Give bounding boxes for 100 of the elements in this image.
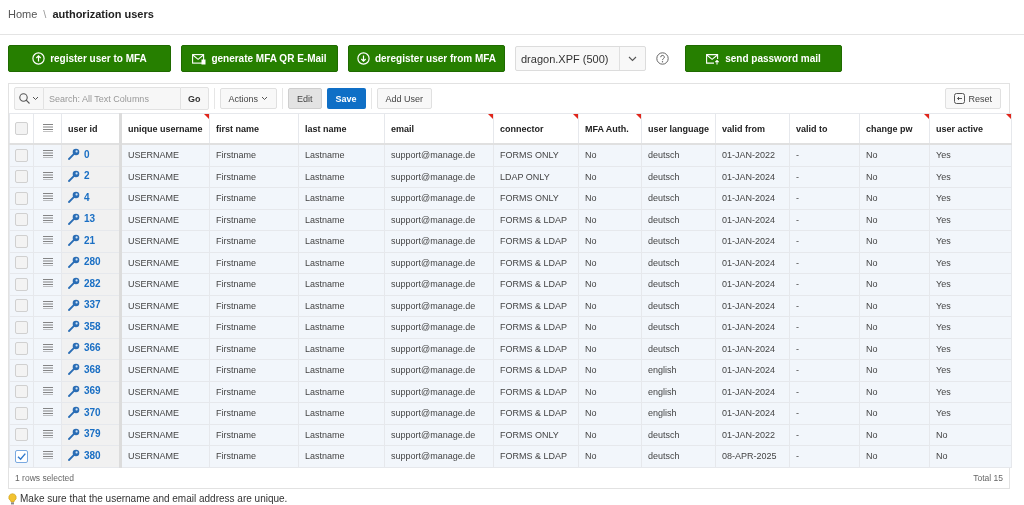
go-button[interactable]: Go <box>180 87 209 110</box>
row-checkbox[interactable] <box>15 170 28 184</box>
row-menu-icon[interactable] <box>42 193 53 202</box>
edit-button[interactable]: Edit <box>288 88 322 109</box>
action-button[interactable]: send password mail <box>685 45 842 72</box>
row-menu-icon[interactable] <box>42 214 53 223</box>
key-icon[interactable] <box>68 363 80 376</box>
table-cell: support@manage.de <box>391 171 476 182</box>
select-all-checkbox[interactable] <box>15 122 28 135</box>
key-icon[interactable] <box>68 191 80 204</box>
row-menu-icon[interactable] <box>42 408 53 417</box>
table-cell: - <box>796 451 799 462</box>
column-header[interactable]: last name <box>305 123 347 134</box>
row-menu-icon[interactable] <box>42 365 53 374</box>
user-id-link[interactable]: 21 <box>84 234 96 246</box>
table-cell: Firstname <box>216 150 256 161</box>
help-icon[interactable] <box>656 52 669 65</box>
row-checkbox[interactable] <box>15 428 28 442</box>
key-icon[interactable] <box>68 320 80 333</box>
row-checkbox[interactable] <box>15 363 28 377</box>
table-cell: Yes <box>936 322 951 333</box>
upload-icon <box>32 52 46 65</box>
table-cell: No <box>866 279 878 290</box>
user-id-link[interactable]: 370 <box>84 406 101 418</box>
table-cell: deutsch <box>648 429 680 440</box>
column-header[interactable]: valid to <box>796 123 828 134</box>
row-checkbox[interactable] <box>15 449 28 463</box>
key-icon[interactable] <box>68 255 80 268</box>
user-id-link[interactable]: 282 <box>84 277 101 289</box>
actions-menu-button[interactable]: Actions <box>219 88 277 109</box>
user-id-link[interactable]: 380 <box>84 449 101 461</box>
table-cell: Lastname <box>305 343 345 354</box>
select-field[interactable]: dragon.XPF (500) <box>515 46 646 71</box>
key-icon[interactable] <box>68 427 80 440</box>
table-cell: support@manage.de <box>391 236 476 247</box>
column-header[interactable]: email <box>391 123 414 134</box>
key-icon[interactable] <box>68 298 80 311</box>
user-id-link[interactable]: 280 <box>84 256 101 268</box>
user-id-link[interactable]: 4 <box>84 191 90 203</box>
row-checkbox[interactable] <box>15 191 28 205</box>
row-menu-icon[interactable] <box>42 236 53 245</box>
row-checkbox[interactable] <box>15 320 28 334</box>
table-cell: Yes <box>936 171 951 182</box>
page-title: authorization users <box>52 8 154 20</box>
key-icon[interactable] <box>68 384 80 397</box>
row-menu-icon[interactable] <box>42 322 53 331</box>
table-cell: No <box>585 279 597 290</box>
row-menu-icon[interactable] <box>42 300 53 309</box>
table-cell: support@manage.de <box>391 451 476 462</box>
key-icon[interactable] <box>68 148 80 161</box>
key-icon[interactable] <box>68 406 80 419</box>
column-header[interactable]: connector <box>500 123 544 134</box>
column-header[interactable]: user id <box>68 123 98 134</box>
row-menu-icon[interactable] <box>42 429 53 438</box>
row-menu-icon[interactable] <box>42 451 53 460</box>
user-id-link[interactable]: 13 <box>84 213 96 225</box>
action-button[interactable]: deregister user from MFA <box>348 45 505 72</box>
breadcrumb-link[interactable]: Home <box>8 8 38 20</box>
action-button[interactable]: register user to MFA <box>8 45 171 72</box>
key-icon[interactable] <box>68 277 80 290</box>
key-icon[interactable] <box>68 341 80 354</box>
user-id-link[interactable]: 2 <box>84 170 90 182</box>
row-checkbox[interactable] <box>15 277 28 291</box>
user-id-link[interactable]: 0 <box>84 148 90 160</box>
user-id-link[interactable]: 379 <box>84 428 101 440</box>
row-checkbox[interactable] <box>15 299 28 313</box>
add-user-button[interactable]: Add User <box>376 88 433 109</box>
row-menu-icon[interactable] <box>42 150 53 159</box>
row-checkbox[interactable] <box>15 406 28 420</box>
row-checkbox[interactable] <box>15 234 28 248</box>
row-checkbox[interactable] <box>15 148 28 162</box>
column-header[interactable]: first name <box>216 123 259 134</box>
action-button[interactable]: generate MFA QR E-Mail <box>181 45 338 72</box>
row-menu-icon[interactable] <box>42 279 53 288</box>
row-menu-icon[interactable] <box>42 343 53 352</box>
reset-button[interactable]: Reset <box>945 88 1001 109</box>
row-menu-icon[interactable] <box>42 386 53 395</box>
row-menu-icon[interactable] <box>42 257 53 266</box>
key-icon[interactable] <box>68 449 80 462</box>
key-icon[interactable] <box>68 212 80 225</box>
row-checkbox[interactable] <box>15 256 28 270</box>
search-field[interactable]: Search: All Text Columns <box>44 87 180 110</box>
table-cell: Firstname <box>216 429 256 440</box>
row-checkbox[interactable] <box>15 385 28 399</box>
table-cell: No <box>585 365 597 376</box>
row-menu-icon[interactable] <box>42 171 53 180</box>
table-cell: 08-APR-2025 <box>722 451 777 462</box>
key-icon[interactable] <box>68 169 80 182</box>
row-checkbox[interactable] <box>15 342 28 356</box>
key-icon[interactable] <box>68 234 80 247</box>
search-column-dropdown[interactable] <box>14 87 44 110</box>
user-id-link[interactable]: 358 <box>84 320 101 332</box>
user-id-link[interactable]: 368 <box>84 363 101 375</box>
row-checkbox[interactable] <box>15 213 28 227</box>
table-cell: No <box>866 150 878 161</box>
user-id-link[interactable]: 369 <box>84 385 101 397</box>
save-button[interactable]: Save <box>326 88 366 109</box>
user-id-link[interactable]: 337 <box>84 299 101 311</box>
user-id-link[interactable]: 366 <box>84 342 101 354</box>
table-cell: 01-JAN-2022 <box>722 429 776 440</box>
